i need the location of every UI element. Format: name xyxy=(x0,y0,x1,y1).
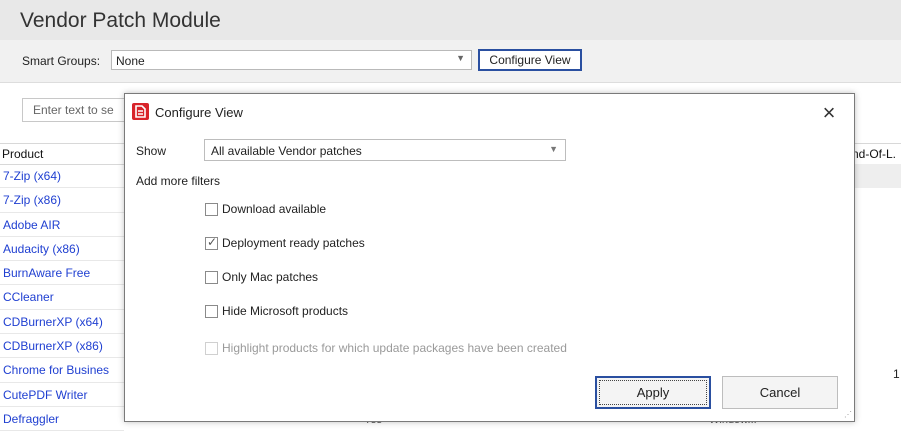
product-link[interactable]: 7-Zip (x64) xyxy=(0,164,124,189)
cancel-button[interactable]: Cancel xyxy=(722,376,838,409)
row-highlight-strip xyxy=(855,164,901,188)
chevron-down-icon: ▼ xyxy=(549,144,558,154)
apply-button[interactable]: Apply xyxy=(595,376,711,409)
smart-groups-label: Smart Groups: xyxy=(22,54,101,68)
title-bar: Vendor Patch Module xyxy=(0,0,901,40)
show-select-value: All available Vendor patches xyxy=(211,144,362,158)
checkbox-label: Hide Microsoft products xyxy=(222,304,349,318)
add-filters-label: Add more filters xyxy=(136,174,221,188)
column-header-end-of-life[interactable]: nd-Of-L. xyxy=(852,147,896,161)
app-logo-icon xyxy=(132,103,149,120)
configure-view-dialog: Configure View × Show All available Vend… xyxy=(124,93,855,422)
checkbox xyxy=(205,341,218,355)
product-link[interactable]: CCleaner xyxy=(0,285,124,310)
checkbox[interactable] xyxy=(205,270,218,284)
checkbox[interactable] xyxy=(205,304,218,318)
smart-groups-value: None xyxy=(116,54,145,68)
close-icon[interactable]: × xyxy=(817,100,841,126)
checkbox-label: Download available xyxy=(222,202,327,216)
filter-download-available[interactable]: Download available xyxy=(205,200,326,218)
column-header-product[interactable]: Product xyxy=(2,147,43,161)
resize-grip-icon[interactable]: ⋰ xyxy=(844,410,852,419)
show-label: Show xyxy=(136,144,167,158)
product-list: 7-Zip (x64) 7-Zip (x86) Adobe AIR Audaci… xyxy=(0,164,124,431)
smart-groups-select[interactable]: None ▼ xyxy=(111,50,472,70)
app-title: Vendor Patch Module xyxy=(20,9,221,32)
checkbox[interactable] xyxy=(205,202,218,216)
dialog-title: Configure View xyxy=(155,105,243,120)
product-link[interactable]: CDBurnerXP (x86) xyxy=(0,334,124,359)
product-link[interactable]: CutePDF Writer xyxy=(0,383,124,407)
checkbox-label: Highlight products for which update pack… xyxy=(222,341,567,355)
checkbox[interactable] xyxy=(205,235,218,250)
product-link[interactable]: Chrome for Busines xyxy=(0,358,124,383)
configure-view-button[interactable]: Configure View xyxy=(478,49,582,71)
checkbox-label: Deployment ready patches xyxy=(222,236,365,250)
checkbox-label: Only Mac patches xyxy=(222,270,319,284)
chevron-down-icon: ▼ xyxy=(456,53,465,63)
filter-hide-microsoft[interactable]: Hide Microsoft products xyxy=(205,302,348,320)
product-link[interactable]: Adobe AIR xyxy=(0,213,124,237)
product-link[interactable]: Defraggler xyxy=(0,407,124,431)
filter-highlight-products: Highlight products for which update pack… xyxy=(205,339,567,357)
show-select[interactable]: All available Vendor patches ▼ xyxy=(204,139,566,161)
product-link[interactable]: Audacity (x86) xyxy=(0,237,124,262)
product-link[interactable]: 7-Zip (x86) xyxy=(0,188,124,213)
filter-only-mac[interactable]: Only Mac patches xyxy=(205,268,318,286)
product-link[interactable]: CDBurnerXP (x64) xyxy=(0,310,124,335)
smart-groups-row: Smart Groups: None ▼ Configure View xyxy=(0,40,901,83)
cell-value: 1 xyxy=(893,367,900,381)
product-link[interactable]: BurnAware Free xyxy=(0,261,124,286)
filter-deployment-ready[interactable]: Deployment ready patches xyxy=(205,234,365,252)
